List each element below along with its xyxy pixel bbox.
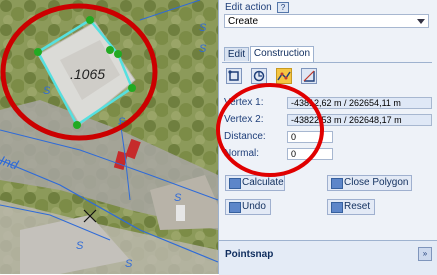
rotate-icon	[253, 70, 265, 82]
chevron-down-icon[interactable]	[417, 19, 425, 24]
select-vertex-tool[interactable]	[226, 68, 242, 84]
expand-icon[interactable]: »	[418, 247, 432, 261]
parcel-number: .1065	[70, 66, 106, 82]
pointsnap-title: Pointsnap	[225, 249, 274, 260]
rotate-tool[interactable]	[251, 68, 267, 84]
distance-field[interactable]: 0	[287, 131, 333, 143]
calculate-label: Calculate	[242, 177, 284, 188]
edit-action-value: Create	[228, 16, 259, 27]
tab-edit[interactable]: Edit	[224, 47, 249, 61]
close-polygon-button[interactable]: Close Polygon	[327, 175, 412, 191]
vertex1-label: Vertex 1:	[224, 97, 264, 108]
edit-panel: Edit action ? Create Edit Construction V…	[218, 0, 437, 275]
map-symbol-s: S	[43, 85, 51, 97]
map-symbol-s: S	[118, 116, 126, 128]
map-symbol-s: S	[76, 240, 84, 252]
angle-construction-icon	[303, 70, 315, 82]
vertex2-field[interactable]: -43822,53 m / 262648,17 m	[287, 114, 432, 126]
map-symbol-s: S	[174, 192, 182, 204]
normal-label: Normal:	[224, 148, 260, 159]
reset-icon	[331, 202, 343, 213]
map-symbol-s: S	[199, 43, 207, 55]
polyline-tool[interactable]	[276, 68, 292, 84]
tab-bar: Edit Construction	[222, 46, 432, 63]
select-vertex-icon	[228, 70, 239, 81]
map-symbol-s: S	[199, 22, 207, 34]
reset-button[interactable]: Reset	[327, 199, 375, 215]
calculate-icon	[229, 178, 241, 189]
reset-label: Reset	[344, 201, 371, 212]
vertex2-label: Vertex 2:	[224, 114, 264, 125]
vertex1-field[interactable]: -43812,62 m / 262654,11 m	[287, 97, 432, 109]
tab-construction[interactable]: Construction	[250, 46, 314, 62]
close-polygon-label: Close Polygon	[344, 177, 409, 188]
close-polygon-icon	[331, 178, 343, 189]
edit-action-label: Edit action	[225, 2, 272, 13]
edit-action-select[interactable]: Create	[224, 14, 429, 28]
undo-label: Undo	[242, 201, 266, 212]
map-symbol-s: S	[125, 258, 133, 270]
polyline-icon	[277, 71, 291, 81]
pointsnap-section[interactable]: Pointsnap »	[219, 240, 437, 275]
normal-field[interactable]: 0	[287, 148, 333, 160]
undo-button[interactable]: Undo	[225, 199, 271, 215]
angle-construction-tool[interactable]	[301, 68, 317, 84]
help-icon[interactable]: ?	[277, 2, 289, 13]
calculate-button[interactable]: Calculate	[225, 175, 285, 191]
undo-icon	[229, 202, 241, 213]
distance-label: Distance:	[224, 131, 266, 142]
